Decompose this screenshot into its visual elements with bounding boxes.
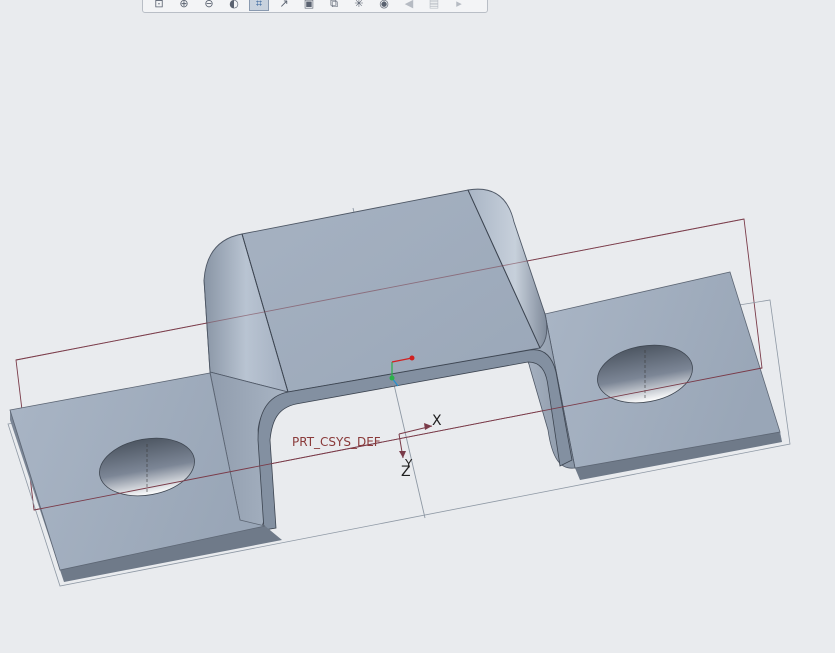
axis-label-z: Z — [401, 464, 411, 480]
model-canvas[interactable]: PRT_CSYS_DEF X Y Z — [0, 0, 835, 653]
sheetmetal-part[interactable] — [9, 188, 782, 582]
csys-marker[interactable]: PRT_CSYS_DEF X Y Z — [292, 413, 442, 480]
csys-label: PRT_CSYS_DEF — [292, 435, 381, 449]
graphics-window[interactable]: ⊡ ⊕ ⊖ ◐ ⌗ ↗ ▣ ⧉ ✳ ◉ ◀ ▤ ▸ PRT_CSYS_DEF X… — [0, 0, 835, 653]
axis-label-x: X — [432, 413, 442, 429]
